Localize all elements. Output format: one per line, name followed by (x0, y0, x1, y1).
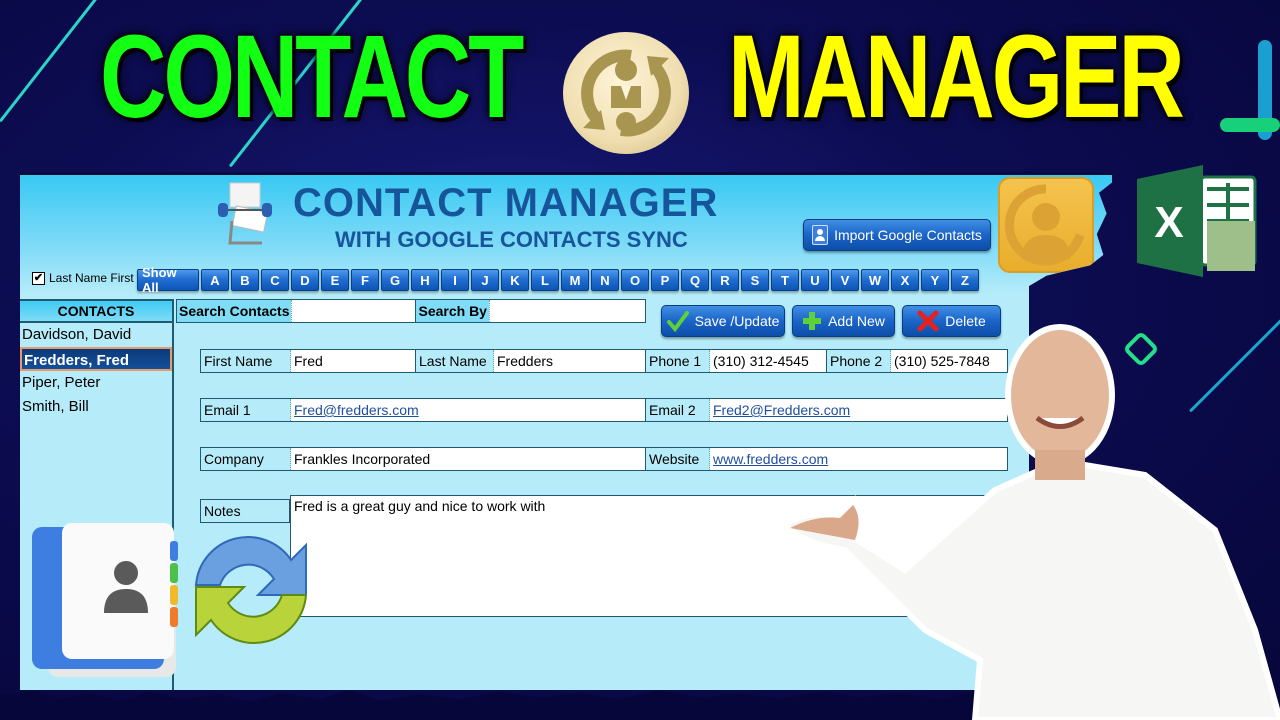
letter-button-c[interactable]: C (261, 269, 289, 291)
headline: CONTACT MANAGER (0, 12, 1280, 162)
letter-button-h[interactable]: H (411, 269, 439, 291)
letter-button-t[interactable]: T (771, 269, 799, 291)
letter-button-v[interactable]: V (831, 269, 859, 291)
last-name-first-checkbox[interactable]: ✔ (32, 271, 45, 285)
company-label: Company (201, 448, 291, 470)
email2-label: Email 2 (646, 399, 710, 421)
letter-button-u[interactable]: U (801, 269, 829, 291)
phone1-label: Phone 1 (646, 350, 710, 372)
letter-button-d[interactable]: D (291, 269, 319, 291)
letter-button-r[interactable]: R (711, 269, 739, 291)
import-google-contacts-button[interactable]: Import Google Contacts (803, 219, 991, 251)
contact-sync-logo-icon (563, 32, 689, 154)
save-update-label: Save /Update (694, 313, 780, 329)
letter-button-y[interactable]: Y (921, 269, 949, 291)
alphabet-filter-bar: Show All A B C D E F G H I J K L M N O P… (137, 265, 979, 295)
letter-button-w[interactable]: W (861, 269, 889, 291)
first-name-field[interactable]: Fred (291, 350, 416, 372)
contact-list-item-selected[interactable]: Fredders, Fred (20, 347, 172, 371)
search-row: Search Contacts Search By (176, 299, 646, 323)
headline-manager: MANAGER (728, 11, 1185, 143)
presenter-photo (785, 324, 1280, 720)
contact-list-item[interactable]: Smith, Bill (20, 395, 172, 419)
sync-arrows-icon (194, 536, 308, 644)
address-book-icon (32, 523, 178, 677)
letter-button-f[interactable]: F (351, 269, 379, 291)
app-title: CONTACT MANAGER (293, 181, 719, 225)
checkmark-icon (666, 311, 689, 332)
notes-label: Notes (200, 499, 290, 523)
letter-button-b[interactable]: B (231, 269, 259, 291)
contact-card-icon (812, 225, 829, 245)
last-name-first-label: Last Name First (49, 271, 134, 285)
letter-button-n[interactable]: N (591, 269, 619, 291)
headline-contact: CONTACT (100, 11, 524, 143)
app-header: CONTACT MANAGER WITH GOOGLE CONTACTS SYN… (20, 175, 1112, 295)
import-google-contacts-label: Import Google Contacts (834, 227, 982, 243)
show-all-button[interactable]: Show All (137, 265, 199, 295)
excel-x-letter: X (1154, 198, 1183, 247)
letter-button-k[interactable]: K (501, 269, 529, 291)
letter-button-z[interactable]: Z (951, 269, 979, 291)
last-name-field[interactable]: Fredders (494, 350, 646, 372)
search-contacts-label: Search Contacts (177, 300, 292, 322)
excel-icon: X (1137, 165, 1257, 277)
letter-button-e[interactable]: E (321, 269, 349, 291)
letter-button-p[interactable]: P (651, 269, 679, 291)
contact-list-item[interactable]: Davidson, David (20, 323, 172, 347)
letter-button-m[interactable]: M (561, 269, 589, 291)
letter-button-q[interactable]: Q (681, 269, 709, 291)
app-subtitle: WITH GOOGLE CONTACTS SYNC (335, 227, 688, 252)
search-by-input[interactable] (488, 300, 645, 322)
letter-button-a[interactable]: A (201, 269, 229, 291)
letter-button-s[interactable]: S (741, 269, 769, 291)
email1-link[interactable]: Fred@fredders.com (294, 402, 419, 418)
rolodex-icon (218, 182, 272, 245)
letter-button-o[interactable]: O (621, 269, 649, 291)
email1-label: Email 1 (201, 399, 291, 421)
letter-button-j[interactable]: J (471, 269, 499, 291)
first-name-label: First Name (201, 350, 291, 372)
website-label: Website (646, 448, 710, 470)
letter-button-x[interactable]: X (891, 269, 919, 291)
email1-field[interactable]: Fred@fredders.com (291, 399, 646, 421)
contact-list-item[interactable]: Piper, Peter (20, 371, 172, 395)
contacts-header: CONTACTS (20, 299, 172, 323)
search-by-label: Search By (415, 300, 489, 322)
save-update-button[interactable]: Save /Update (661, 305, 785, 337)
letter-button-i[interactable]: I (441, 269, 469, 291)
letter-button-g[interactable]: G (381, 269, 409, 291)
google-contacts-icon (998, 177, 1094, 273)
company-field[interactable]: Frankles Incorporated (291, 448, 646, 470)
letter-button-l[interactable]: L (531, 269, 559, 291)
last-name-label: Last Name (416, 350, 494, 372)
last-name-first-option[interactable]: ✔ Last Name First (32, 271, 134, 285)
search-contacts-input[interactable] (291, 300, 416, 322)
